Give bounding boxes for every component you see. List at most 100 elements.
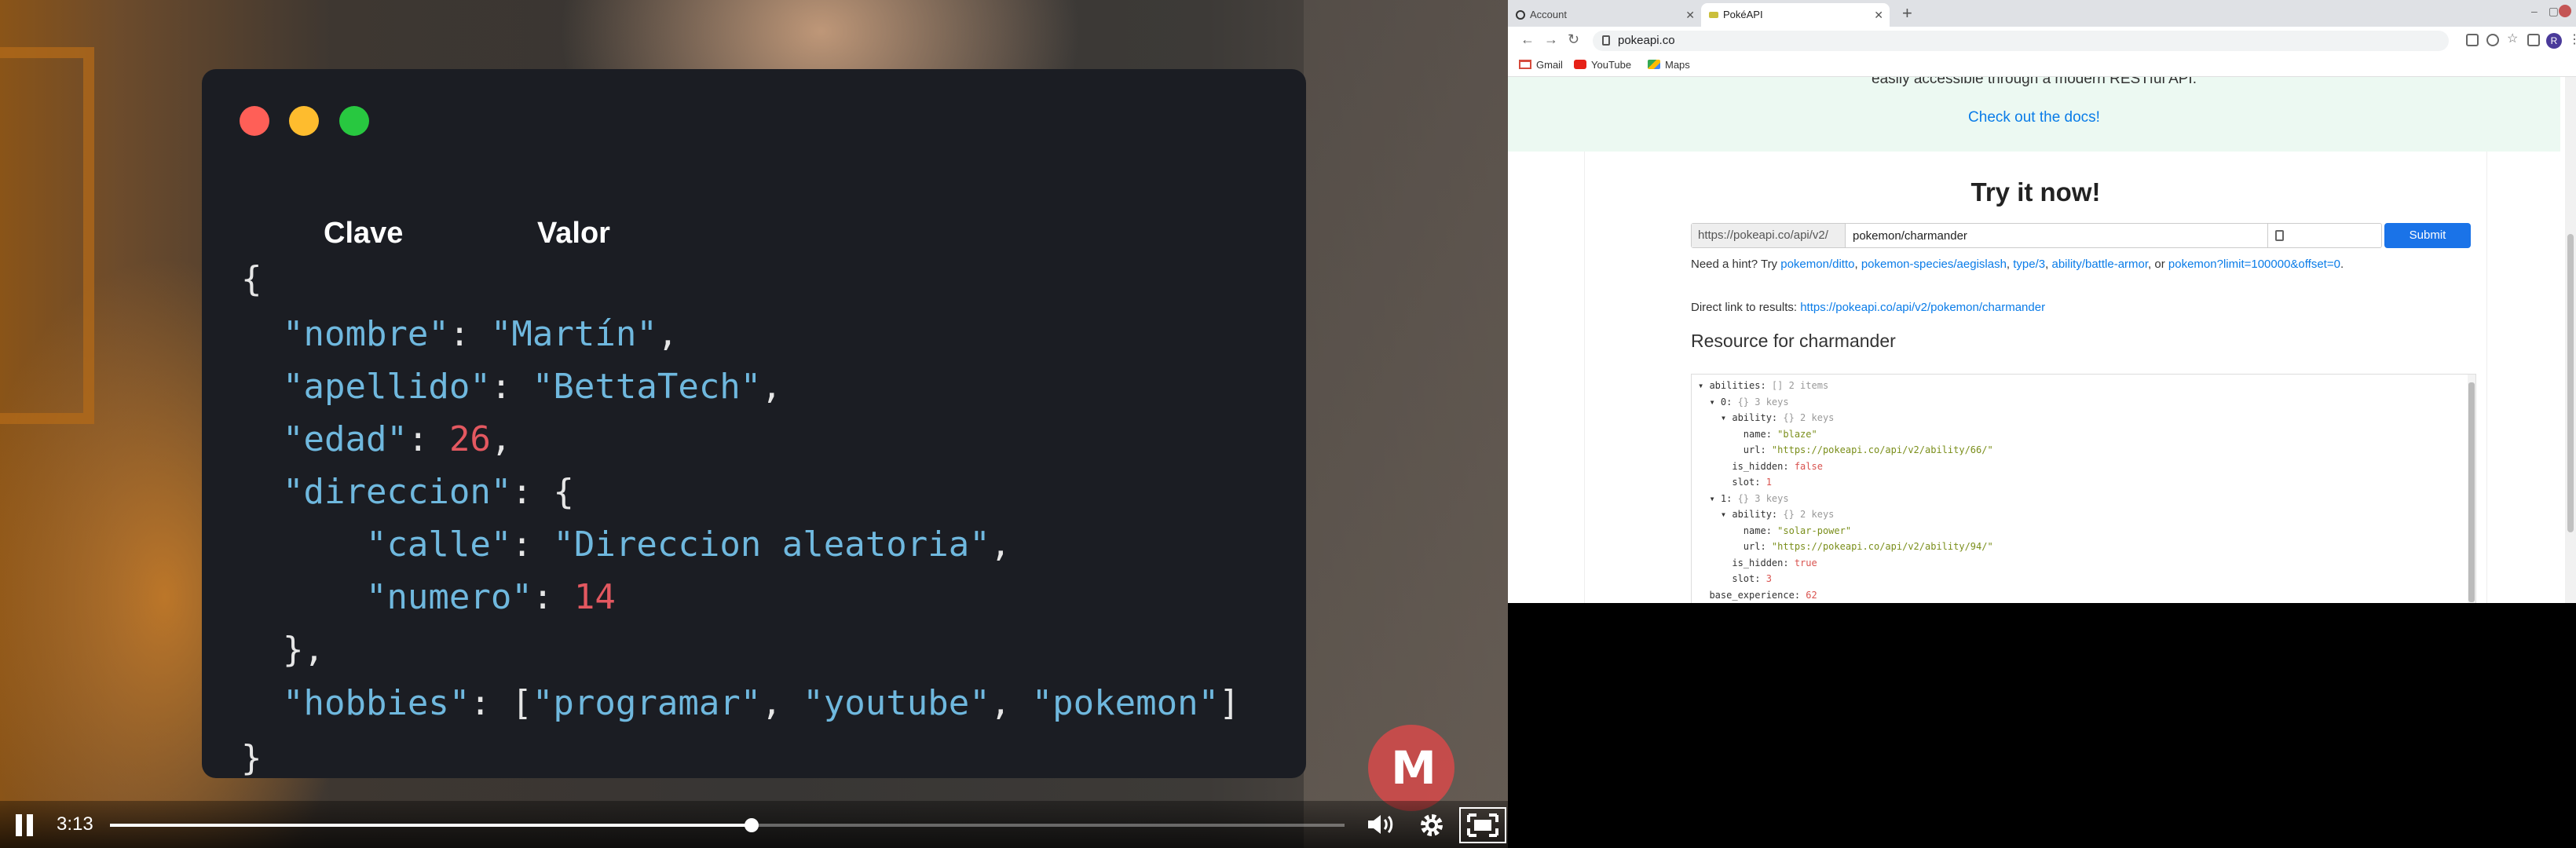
json-line: base_experience: 62 [1698, 589, 1817, 601]
json-line: is_hidden: true [1698, 557, 1817, 568]
tab-account[interactable]: Account ✕ [1508, 3, 1701, 27]
close-icon[interactable]: ✕ [1685, 3, 1695, 27]
code-line: "calle": "Direccion aleatoria", [365, 525, 1012, 565]
json-scrollbar[interactable] [2468, 375, 2475, 603]
json-line: ▾ abilities: [] 2 items [1698, 380, 1829, 391]
direct-label: Direct link to results: [1691, 301, 1798, 314]
resource-title: Resource for charmander [1691, 331, 1896, 351]
volume-icon[interactable] [1365, 812, 1396, 837]
progress-bar[interactable] [110, 818, 1345, 832]
hint-link-type[interactable]: type/3 [2013, 258, 2045, 271]
fullscreen-icon[interactable] [1459, 807, 1506, 843]
youtube-icon [1574, 60, 1586, 69]
browser-window: Account ✕ PokéAPI ✕ + –▢ ← → ↻ pokeapi.c… [1508, 0, 2576, 603]
code-line: } [241, 738, 262, 778]
hero-text: easily accessible through a modern RESTf… [1872, 77, 2197, 87]
channel-logo: M [1368, 725, 1454, 811]
bookmark-label: YouTube [1591, 59, 1632, 71]
extensions-icon[interactable] [2527, 34, 2540, 46]
close-icon[interactable]: ✕ [1874, 3, 1883, 27]
code-line: "nombre": "Martín", [282, 314, 679, 354]
pokeapi-favicon [1709, 12, 1718, 18]
avatar[interactable]: R [2546, 33, 2562, 49]
code-line: "edad": 26, [282, 419, 512, 459]
translate-icon[interactable] [2466, 34, 2479, 46]
hint-link-ability[interactable]: ability/battle-armor [2051, 258, 2148, 271]
json-line: name: "blaze" [1698, 428, 1817, 440]
yellow-dot-icon [289, 106, 319, 136]
direct-link[interactable]: https://pokeapi.co/api/v2/pokemon/charma… [1800, 301, 2045, 314]
json-line: ▾ 1: {} 3 keys [1698, 492, 1789, 504]
try-it-panel: Try it now! https://pokeapi.co/api/v2/ S… [1585, 152, 2486, 603]
docs-link[interactable]: Check out the docs! [1508, 109, 2560, 126]
background-wall [1304, 0, 1508, 848]
hint-link-limit[interactable]: pokemon?limit=100000&offset=0 [2168, 258, 2340, 271]
json-viewer[interactable]: ▾ abilities: [] 2 items ▾ 0: {} 3 keys ▾… [1691, 374, 2476, 603]
hint-or: , or [2148, 258, 2165, 271]
star-icon[interactable]: ☆ [2507, 31, 2519, 46]
address-bar[interactable]: pokeapi.co [1593, 31, 2449, 51]
new-tab-button[interactable]: + [1902, 3, 1912, 24]
tab-label: PokéAPI [1723, 9, 1763, 20]
pause-button[interactable] [14, 814, 35, 836]
hero-section: easily accessible through a modern RESTf… [1508, 77, 2560, 152]
video-player[interactable]: Clave Valor { "nombre": "Martín", "apell… [0, 0, 1508, 848]
share-icon[interactable] [2486, 34, 2499, 46]
green-dot-icon [339, 106, 369, 136]
direct-link-row: Direct link to results: https://pokeapi.… [1691, 301, 2045, 314]
json-line: is_hidden: false [1698, 460, 1823, 472]
bookmark-gmail[interactable]: Gmail [1519, 59, 1563, 71]
json-line: url: "https://pokeapi.co/api/v2/ability/… [1698, 444, 1993, 455]
circle-icon [1516, 10, 1525, 20]
code-line: { [241, 259, 262, 299]
hint-text: Need a hint? Try pokemon/ditto, pokemon-… [1691, 258, 2344, 271]
endpoint-input[interactable] [1853, 224, 2261, 247]
url-prefix: https://pokeapi.co/api/v2/ [1692, 224, 1846, 247]
browser-toolbar: ← → ↻ pokeapi.co ☆ R ⋮ [1508, 27, 2576, 53]
lock-icon [1602, 35, 1610, 46]
json-line: ▾ ability: {} 2 keys [1698, 509, 1835, 520]
tab-label: Account [1530, 9, 1567, 20]
copy-icon[interactable] [2267, 224, 2291, 247]
progress-handle[interactable] [745, 818, 759, 832]
code-line: "numero": 14 [365, 577, 616, 617]
json-line: ▾ ability: {} 2 keys [1698, 412, 1835, 423]
value-header: Valor [537, 217, 610, 250]
bookmark-label: Gmail [1536, 59, 1563, 71]
json-scroll-thumb[interactable] [2468, 382, 2475, 602]
bookmark-youtube[interactable]: YouTube [1574, 59, 1631, 71]
forward-arrow-icon[interactable]: → [1544, 31, 1558, 48]
tab-strip: Account ✕ PokéAPI ✕ + –▢ [1508, 0, 2576, 27]
bookmark-maps[interactable]: Maps [1648, 59, 1690, 71]
hint-link-ditto[interactable]: pokemon/ditto [1780, 258, 1854, 271]
json-line: name: "solar-power" [1698, 525, 1852, 536]
bookmarks-bar: Gmail YouTube Maps [1508, 53, 2576, 77]
progress-fill [110, 824, 752, 827]
page-scrollbar[interactable] [2565, 77, 2576, 603]
json-line: slot: 1 [1698, 477, 1772, 488]
code-line: "hobbies": ["programar", "youtube", "pok… [282, 683, 1240, 723]
menu-icon[interactable]: ⋮ [2568, 31, 2576, 47]
reload-icon[interactable]: ↻ [1568, 31, 1579, 48]
red-dot-icon [240, 106, 269, 136]
code-line: "direccion": { [282, 472, 574, 512]
back-arrow-icon[interactable]: ← [1520, 31, 1535, 48]
page-scroll-thumb[interactable] [2567, 234, 2574, 532]
hint-prefix: Need a hint? Try [1691, 258, 1778, 271]
gear-icon[interactable] [1418, 811, 1446, 839]
player-controls: 3:13 [0, 801, 1508, 848]
code-card: Clave Valor { "nombre": "Martín", "apell… [202, 69, 1306, 778]
tab-pokeapi[interactable]: PokéAPI ✕ [1701, 3, 1890, 27]
current-time: 3:13 [57, 813, 93, 835]
endpoint-input-group: https://pokeapi.co/api/v2/ [1691, 223, 2382, 248]
hint-link-aegislash[interactable]: pokemon-species/aegislash [1861, 258, 2007, 271]
window-close-button[interactable] [2559, 5, 2571, 17]
desktop: Clave Valor { "nombre": "Martín", "apell… [0, 0, 2576, 848]
page-title: Try it now! [1970, 177, 2101, 207]
maps-icon [1648, 60, 1660, 69]
submit-button[interactable]: Submit [2384, 223, 2471, 248]
gmail-icon [1519, 60, 1531, 69]
json-line: url: "https://pokeapi.co/api/v2/ability/… [1698, 541, 1993, 552]
key-header: Clave [324, 217, 404, 250]
code-line: "apellido": "BettaTech", [282, 367, 782, 407]
